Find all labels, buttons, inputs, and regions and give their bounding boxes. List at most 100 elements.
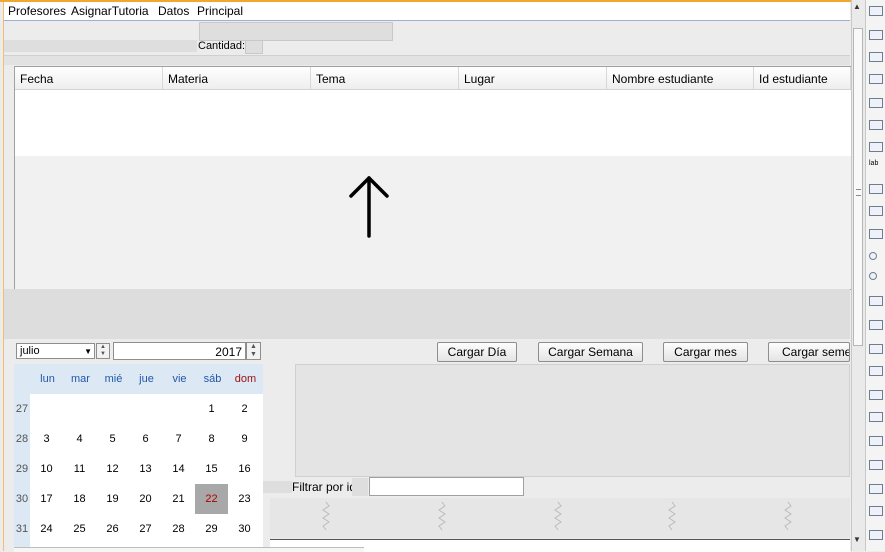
calendar-day[interactable]: 23 [228,484,261,514]
col-nombre-estudiante[interactable]: Nombre estudiante [607,67,754,89]
palette-icon[interactable] [869,460,883,470]
col-materia[interactable]: Materia [163,67,311,89]
week-number: 30 [15,493,29,505]
cargar-semestre-button[interactable]: Cargar semes [768,342,850,362]
calendar-day[interactable]: 25 [63,514,96,544]
col-tema[interactable]: Tema [311,67,459,89]
calendar-day[interactable]: 2 [228,394,261,424]
palette-icon[interactable] [869,74,883,84]
calendar-day[interactable]: 9 [228,424,261,454]
day-name: mié [104,373,123,385]
menu-principal[interactable]: Principal [197,4,243,18]
week-number: 31 [15,523,29,535]
scroll-down-icon[interactable]: ▼ [853,535,861,544]
calendar-day[interactable]: 28 [162,514,195,544]
calendar-day[interactable]: 17 [30,484,63,514]
palette-icon[interactable] [869,142,883,152]
calendar-day[interactable]: 18 [63,484,96,514]
splitter-markers [322,501,792,531]
palette-icon[interactable] [869,120,883,130]
text-field-icon[interactable] [869,366,883,376]
calendar-day[interactable]: 26 [96,514,129,544]
week-number: 27 [15,403,29,415]
day-name: sáb [203,373,222,385]
palette-icon[interactable] [869,390,883,400]
calendar-day[interactable]: 5 [96,424,129,454]
cantidad-value [245,40,263,54]
palette-icon[interactable] [869,530,883,540]
month-value: julio [20,345,40,357]
col-id-estudiante[interactable]: Id estudiante [754,67,851,89]
palette-icon[interactable] [869,206,883,216]
label-icon[interactable]: lab [869,160,883,170]
palette-icon[interactable] [869,52,883,62]
calendar-day[interactable]: 3 [30,424,63,454]
palette-icon[interactable] [869,30,883,40]
year-spinner-arrows[interactable]: ▲ ▼ [246,342,261,360]
calendar-day[interactable]: 10 [30,454,63,484]
calendar-day[interactable]: 11 [63,454,96,484]
palette-icon[interactable] [869,506,883,516]
calendar: lun mar mié jue vie sáb dom 27 1 2 28 3 4 5 6 7 8… [14,364,263,547]
results-panel [295,364,850,477]
scroll-thumb[interactable] [853,28,863,346]
filter-spacer-2 [352,478,368,496]
year-value: 2017 [215,345,242,359]
calendar-day[interactable]: 12 [96,454,129,484]
day-name-sunday: dom [234,373,257,385]
table-body[interactable] [15,90,851,156]
radio-icon[interactable] [869,252,877,260]
calendar-day[interactable]: 24 [30,514,63,544]
calendar-day[interactable]: 7 [162,424,195,454]
col-fecha[interactable]: Fecha [15,67,163,89]
vertical-scrollbar[interactable]: ▲ ▼ [851,0,865,551]
calendar-day[interactable]: 16 [228,454,261,484]
palette-icon[interactable] [869,296,883,306]
calendar-day[interactable]: 15 [195,454,228,484]
calendar-day[interactable]: 13 [129,454,162,484]
checkbox-icon[interactable] [869,229,883,239]
menu-datos[interactable]: Datos [158,4,189,18]
calendar-day[interactable]: 4 [63,424,96,454]
table-header: Fecha Materia Tema Lugar Nombre estudian… [15,67,851,90]
calendar-day[interactable]: 30 [228,514,261,544]
arrow-up-icon [349,176,389,238]
calendar-day-selected[interactable]: 22 [195,484,228,514]
palette-icon[interactable] [869,412,883,422]
col-lugar[interactable]: Lugar [459,67,607,89]
calendar-day[interactable]: 29 [195,514,228,544]
cargar-dia-button[interactable]: Cargar Día [437,342,517,362]
palette-icon[interactable] [869,484,883,494]
calendar-header: lun mar mié jue vie sáb dom [14,364,263,394]
calendar-day[interactable]: 20 [129,484,162,514]
calendar-day[interactable]: 27 [129,514,162,544]
cargar-mes-button[interactable]: Cargar mes [663,342,748,362]
day-name: vie [172,373,187,385]
month-spinner[interactable]: ▲ ▼ [96,343,110,359]
palette-icon[interactable] [869,6,883,16]
menu-asignartutoria[interactable]: AsignarTutoria [71,4,149,18]
calendar-day[interactable]: 19 [96,484,129,514]
left-strip [4,40,197,52]
palette-icon[interactable] [869,344,883,354]
calendar-day[interactable]: 8 [195,424,228,454]
cargar-semana-button[interactable]: Cargar Semana [538,342,643,362]
palette-icon[interactable] [869,184,883,194]
menu-profesores[interactable]: Profesores [8,4,66,18]
calendar-day[interactable]: 21 [162,484,195,514]
filter-label: Filtrar por id [292,480,357,494]
palette-icon[interactable] [869,436,883,446]
palette-icon[interactable] [869,98,883,108]
calendar-day[interactable]: 6 [129,424,162,454]
month-select[interactable]: julio ▼ [16,343,95,359]
radio-group-icon[interactable] [869,272,877,280]
scroll-up-icon[interactable]: ▲ [853,2,861,11]
calendar-day[interactable]: 14 [162,454,195,484]
bottom-scroll [14,547,364,552]
chevron-down-icon: ▼ [84,347,92,356]
calendar-day[interactable]: 1 [195,394,228,424]
palette-icon[interactable] [869,320,883,330]
tutorias-table: Fecha Materia Tema Lugar Nombre estudian… [14,66,852,290]
filter-input[interactable] [369,477,524,496]
year-spinner[interactable]: 2017 [113,342,246,360]
